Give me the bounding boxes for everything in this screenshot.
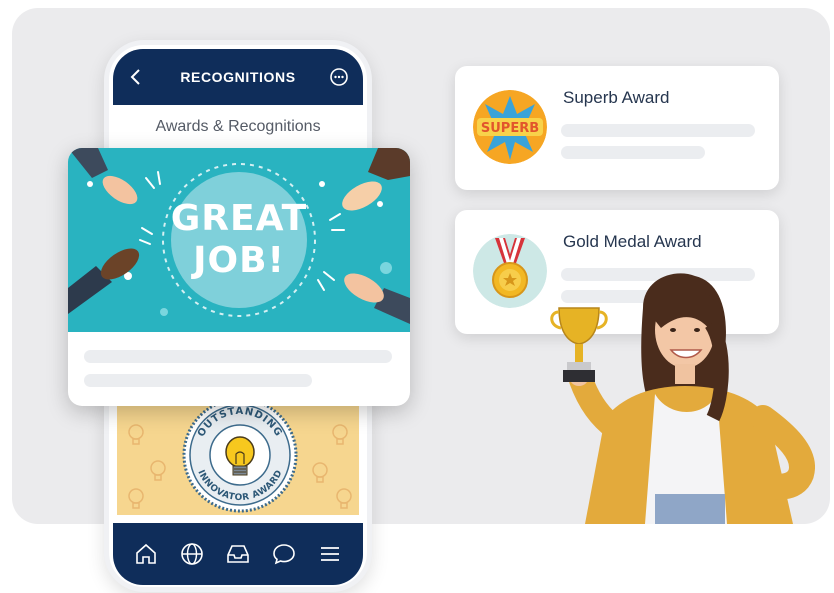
chat-icon[interactable] <box>271 541 297 567</box>
placeholder-line <box>84 350 392 363</box>
app-header: RECOGNITIONS <box>113 49 363 105</box>
home-icon[interactable] <box>133 541 159 567</box>
lightbulb-doodle-icon <box>332 424 348 445</box>
great-job-line1: GREAT <box>170 198 308 239</box>
placeholder-line <box>84 374 312 387</box>
great-job-heading: GREAT JOB! <box>171 198 307 282</box>
great-job-line2: JOB! <box>193 240 285 281</box>
svg-text:SUPERB: SUPERB <box>481 121 539 136</box>
innovator-award-card[interactable]: OUTSTANDING INNOVATOR AWARD <box>117 400 359 515</box>
trophy-icon <box>550 307 608 382</box>
superb-badge-icon: SUPERB <box>473 90 547 164</box>
globe-icon[interactable] <box>179 541 205 567</box>
inbox-icon[interactable] <box>225 541 251 567</box>
bottom-navigation <box>113 523 363 585</box>
gold-medal-icon <box>473 234 547 308</box>
woman-with-trophy-image <box>550 273 815 524</box>
menu-icon[interactable] <box>317 541 343 567</box>
innovator-award-badge-icon: OUTSTANDING INNOVATOR AWARD <box>182 400 298 513</box>
more-options-icon[interactable] <box>329 67 349 87</box>
great-job-card[interactable]: GREAT JOB! <box>68 148 410 406</box>
lightbulb-doodle-icon <box>128 424 144 445</box>
award-title: Gold Medal Award <box>563 232 702 251</box>
lightbulb-doodle-icon <box>336 488 352 509</box>
page-title: RECOGNITIONS <box>180 69 296 85</box>
award-title: Superb Award <box>563 88 670 107</box>
lightbulb-doodle-icon <box>128 488 144 509</box>
placeholder-line <box>561 124 755 137</box>
section-subtitle: Awards & Recognitions <box>155 118 321 135</box>
lightbulb-doodle-icon <box>312 462 328 483</box>
back-arrow-icon[interactable] <box>129 68 143 86</box>
placeholder-line <box>561 146 705 159</box>
lightbulb-doodle-icon <box>150 460 166 481</box>
award-card-superb[interactable]: SUPERB Superb Award <box>455 66 779 190</box>
